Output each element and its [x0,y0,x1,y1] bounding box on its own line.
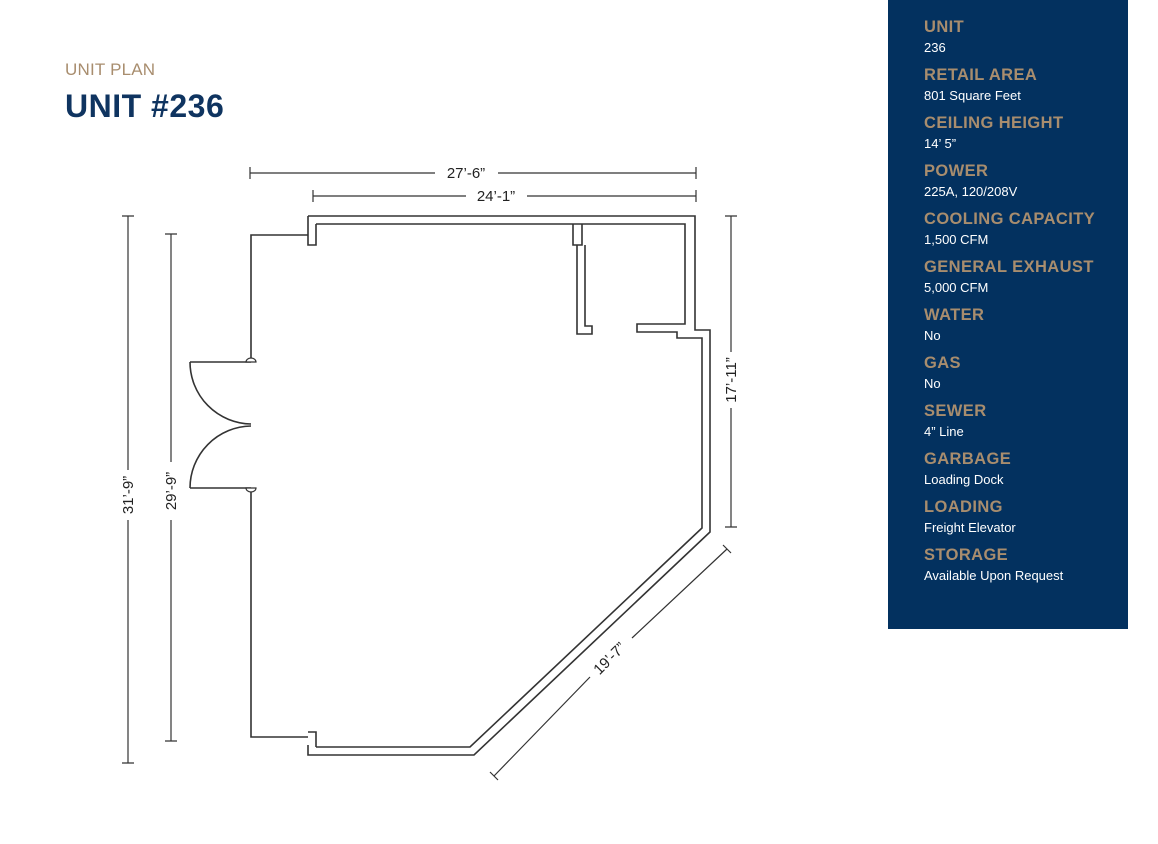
spec-label: UNIT [924,18,965,36]
left-wall-lower [250,488,308,738]
spec-storage: STORAGE Available Upon Request [924,544,1128,585]
spec-value: Available Upon Request [924,568,1064,583]
spec-label: GENERAL EXHAUST [924,258,1094,276]
spec-garbage: GARBAGE Loading Dock [924,448,1128,489]
spec-label: WATER [924,306,985,324]
door-hinge-upper [245,357,257,363]
spec-label: RETAIL AREA [924,66,1038,84]
inner-wall [316,223,703,748]
dim-label-top-outer: 27’-6” [447,165,485,182]
specs-panel: UNIT 236 RETAIL AREA 801 Square Feet CEI… [888,0,1128,629]
door-swing-upper [189,361,252,425]
spec-label: LOADING [924,498,1003,516]
spec-label: GARBAGE [924,450,1012,468]
spec-unit: UNIT 236 [924,16,1128,57]
spec-retail-area: RETAIL AREA 801 Square Feet [924,64,1128,105]
pilaster-bottom-left [308,731,317,747]
dim-label-top-inner: 24’-1” [477,188,515,205]
spec-gas: GAS No [924,352,1128,393]
dim-label-left-outer: 31’-9” [120,476,137,514]
outer-wall [307,215,711,756]
spec-label: POWER [924,162,989,180]
spec-power: POWER 225A, 120/208V [924,160,1128,201]
door-swing-lower [189,425,252,489]
spec-cooling-capacity: COOLING CAPACITY 1,500 CFM [924,208,1128,249]
spec-value: 225A, 120/208V [924,184,1018,199]
dim-label-diagonal: 19’-7” [590,639,629,678]
left-wall-upper [250,234,308,362]
pilaster-top-left [307,216,317,246]
spec-general-exhaust: GENERAL EXHAUST 5,000 CFM [924,256,1128,297]
spec-value: Loading Dock [924,472,1004,487]
spec-value: Freight Elevator [924,520,1016,535]
spec-value: 1,500 CFM [924,232,989,247]
spec-value: 4” Line [924,424,964,439]
spec-value: No [924,376,941,391]
spec-ceiling-height: CEILING HEIGHT 14’ 5” [924,112,1128,153]
door-hinge-lower [245,487,257,493]
spec-water: WATER No [924,304,1128,345]
spec-value: 801 Square Feet [924,88,1021,103]
spec-value: 236 [924,40,946,55]
spec-label: SEWER [924,402,987,420]
spec-loading: LOADING Freight Elevator [924,496,1128,537]
spec-label: GAS [924,354,961,372]
spec-value: No [924,328,941,343]
spec-label: STORAGE [924,546,1009,564]
spec-sewer: SEWER 4” Line [924,400,1128,441]
spec-label: CEILING HEIGHT [924,114,1064,132]
dim-label-right: 17’-11” [723,357,740,403]
dim-label-left-inner: 29’-9” [163,472,180,510]
spec-label: COOLING CAPACITY [924,210,1096,228]
spec-value: 5,000 CFM [924,280,989,295]
spec-value: 14’ 5” [924,136,957,151]
interior-partition [572,224,593,335]
